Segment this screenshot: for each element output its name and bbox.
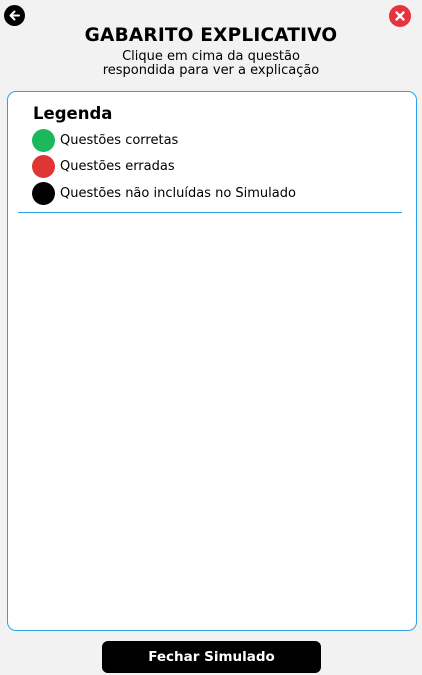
legend-item-wrong: Questões erradas [32,154,175,178]
divider [18,212,402,213]
arrow-left-icon [9,10,20,21]
legend-dot-not-included [32,181,55,205]
subtitle-line-1: Clique em cima da questão [122,49,300,64]
subtitle-line-2: respondida para ver a explicação [102,63,320,78]
close-icon [395,11,405,21]
back-button[interactable] [4,5,25,26]
legend-label: Questões não incluídas no Simulado [60,185,296,201]
legend-item-correct: Questões corretas [32,128,178,152]
page-title: GABARITO EXPLICATIVO [84,25,338,46]
legend-item-not-included: Questões não incluídas no Simulado [32,181,296,205]
page-subtitle: Clique em cima da questão respondida par… [60,50,362,78]
close-simulation-button[interactable]: Fechar Simulado [102,641,321,673]
legend-label: Questões corretas [60,132,179,148]
legend-title: Legenda [33,104,113,123]
legend-dot-wrong [32,154,55,178]
answer-key-panel: Legenda Questões corretas Questões errad… [7,91,417,631]
close-button[interactable] [389,5,411,27]
legend-label: Questões erradas [60,158,175,174]
legend-dot-correct [32,128,55,152]
